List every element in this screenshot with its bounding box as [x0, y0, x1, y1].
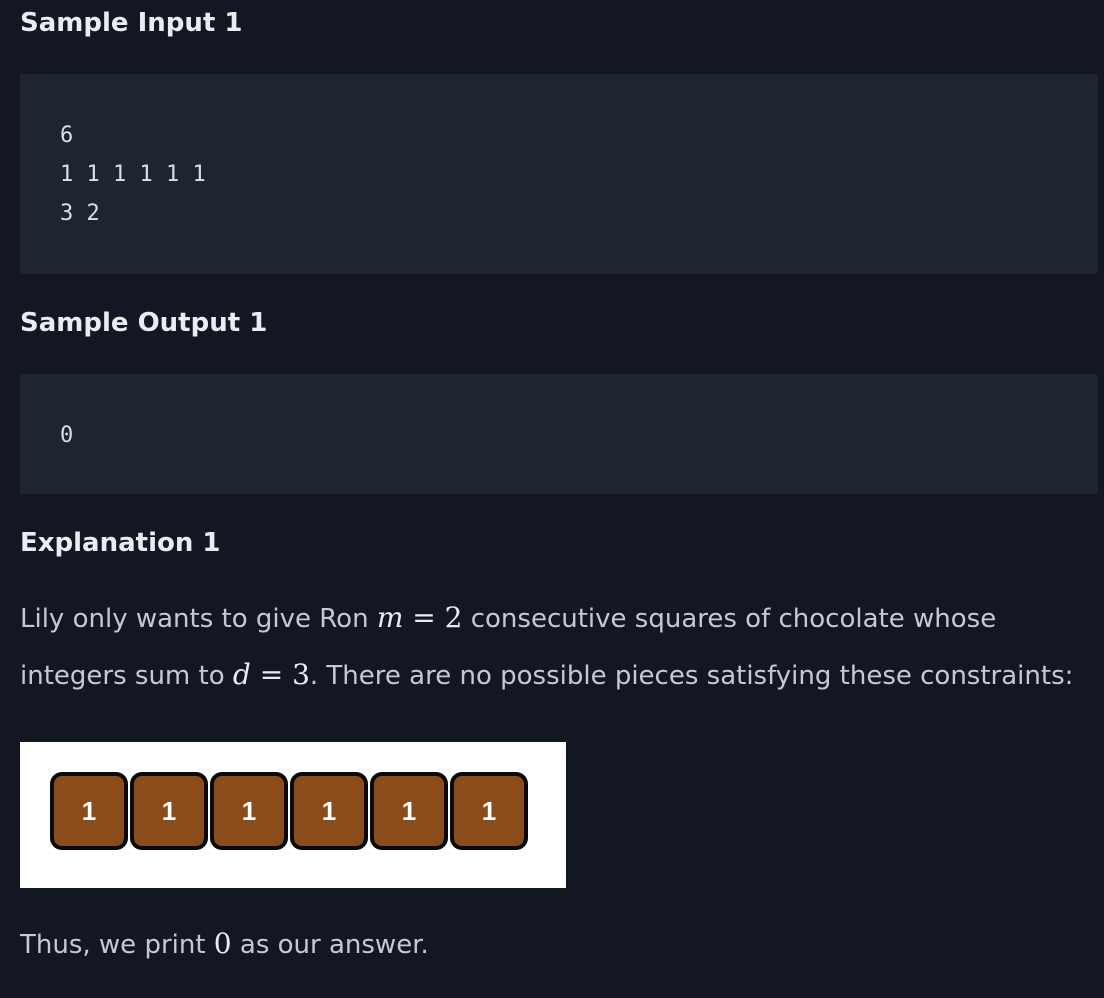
sample-input-heading: Sample Input 1	[20, 8, 243, 38]
math-variable: m	[376, 601, 404, 634]
conclusion-text: as our answer.	[231, 930, 429, 960]
explanation-text: Lily only wants to give Ron	[20, 604, 377, 634]
code-line: 6	[60, 123, 74, 148]
code-line: 3 2	[60, 201, 100, 226]
explanation-paragraph: Lily only wants to give Ron m = 2 consec…	[20, 590, 1084, 704]
chocolate-bar-figure: 1 1 1 1 1 1	[20, 742, 566, 888]
chocolate-square: 1	[290, 772, 368, 850]
math-expression-d: d = 3	[233, 658, 310, 691]
explanation-text: consecutive squares of chocolate whose	[462, 604, 997, 634]
chocolate-square: 1	[450, 772, 528, 850]
chocolate-square: 1	[130, 772, 208, 850]
sample-input-code: 6 1 1 1 1 1 1 3 2	[60, 116, 206, 233]
chocolate-square: 1	[210, 772, 288, 850]
math-equality: = 3	[250, 658, 310, 691]
explanation-heading: Explanation 1	[20, 528, 221, 558]
chocolate-square: 1	[370, 772, 448, 850]
conclusion-text: Thus, we print	[20, 930, 214, 960]
math-variable: d	[232, 658, 251, 691]
math-answer: 0	[213, 927, 232, 960]
explanation-text: integers sum to	[20, 661, 233, 691]
sample-output-codebox[interactable]: 0	[20, 374, 1098, 494]
sample-output-code: 0	[60, 416, 73, 455]
math-equality: = 2	[403, 601, 463, 634]
conclusion-paragraph: Thus, we print 0 as our answer.	[20, 916, 1084, 973]
sample-output-heading: Sample Output 1	[20, 308, 268, 338]
code-line: 0	[60, 423, 74, 448]
sample-input-codebox[interactable]: 6 1 1 1 1 1 1 3 2	[20, 74, 1098, 274]
explanation-text: . There are no possible pieces satisfyin…	[309, 661, 1074, 691]
chocolate-bar: 1 1 1 1 1 1	[50, 772, 530, 858]
math-expression-m: m = 2	[377, 601, 463, 634]
code-line: 1 1 1 1 1 1	[60, 162, 206, 187]
chocolate-square: 1	[50, 772, 128, 850]
